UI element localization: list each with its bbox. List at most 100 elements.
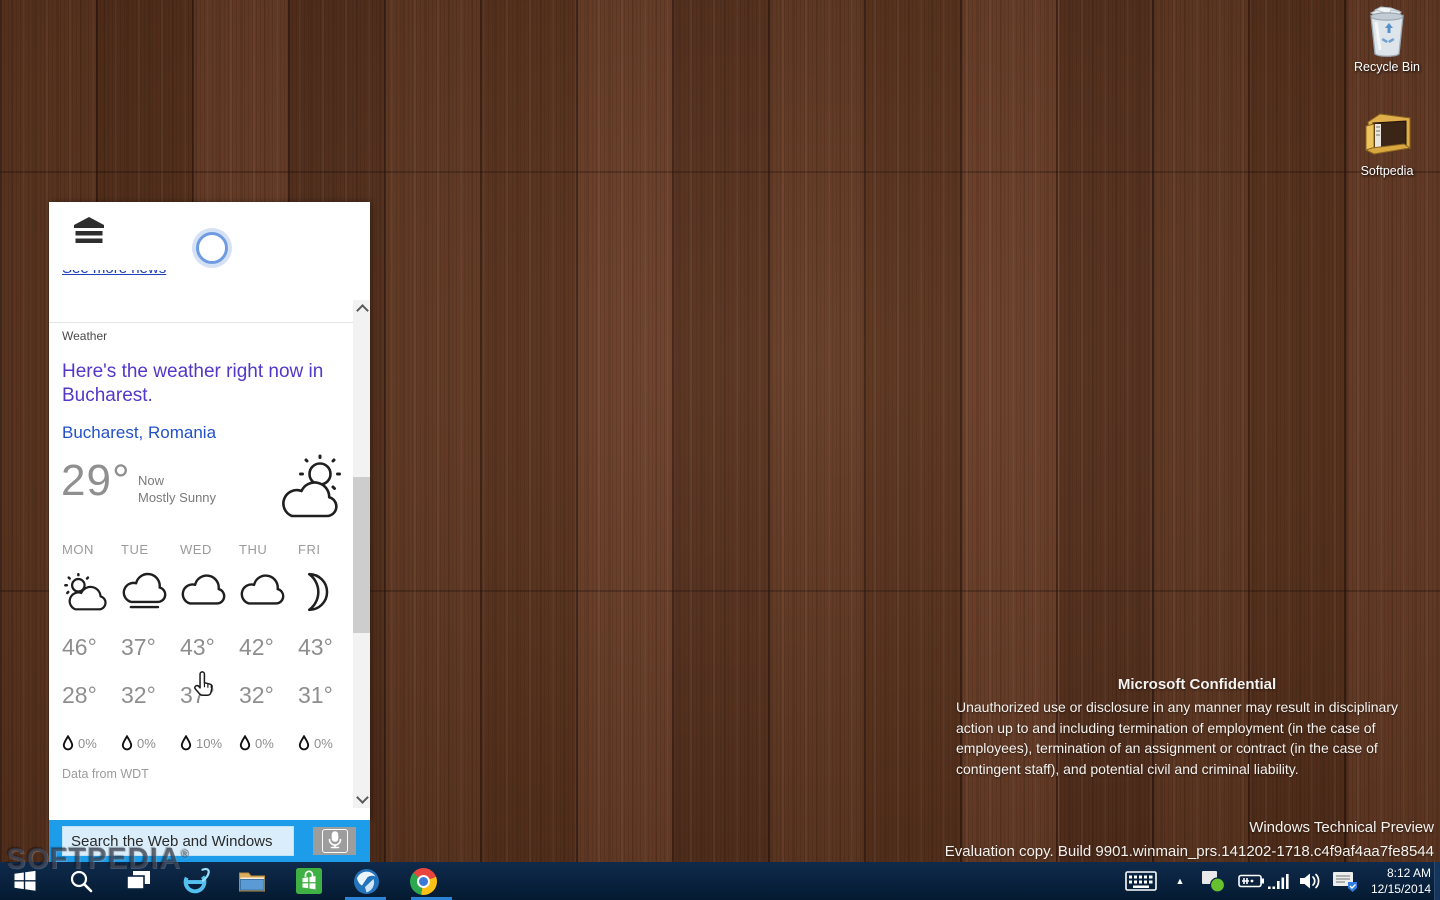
chevron-down-icon xyxy=(355,791,369,804)
weather-headline: Here's the weather right now in Buchares… xyxy=(62,361,324,406)
tray-date: 12/15/2014 xyxy=(1370,882,1431,896)
cloud-icon xyxy=(180,570,239,634)
stp-notification-button[interactable] xyxy=(1330,868,1360,894)
forecast-low-temp: 32° xyxy=(239,682,274,708)
softpedia-folder-icon xyxy=(1364,113,1412,155)
panel-scrollbar[interactable] xyxy=(353,300,370,808)
show-desktop-button[interactable] xyxy=(1434,862,1440,900)
droplet-icon xyxy=(298,735,310,751)
chevron-up-icon: ▲ xyxy=(1175,876,1185,886)
touch-keyboard-button[interactable] xyxy=(1124,867,1158,895)
softpedia-label: Softpedia xyxy=(1360,164,1414,178)
thunderbird-icon xyxy=(353,868,379,894)
chrome-button[interactable] xyxy=(400,862,446,900)
forecast-high-temp: 43° xyxy=(180,634,215,660)
forecast-day-column[interactable]: TUE 37° 32° 0% xyxy=(121,542,180,756)
desktop-icon-softpedia[interactable]: Softpedia xyxy=(1349,108,1425,178)
task-view-icon xyxy=(125,871,150,890)
desktop-icon-recycle-bin[interactable]: Recycle Bin xyxy=(1349,6,1425,74)
current-condition-now: Now xyxy=(138,473,165,488)
store-button[interactable] xyxy=(286,862,332,900)
see-more-news-clipped: See more news xyxy=(62,270,262,292)
chrome-icon xyxy=(409,867,437,895)
droplet-icon xyxy=(180,735,192,751)
build-info-version: Evaluation copy. Build 9901.winmain_prs.… xyxy=(944,843,1434,860)
cloud-icon xyxy=(239,570,298,634)
confidential-title: Microsoft Confidential xyxy=(1117,676,1277,693)
build-info-edition: Windows Technical Preview xyxy=(1249,819,1434,836)
battery-plug-icon xyxy=(1238,874,1264,888)
forecast-precip: 0% xyxy=(239,730,298,756)
current-condition-text: Mostly Sunny xyxy=(138,490,217,505)
hamburger-menu-button[interactable] xyxy=(74,217,104,244)
weather-location-link[interactable]: Bucharest, Romania xyxy=(62,423,216,443)
forecast-precip: 0% xyxy=(121,730,180,756)
forecast-day-label: MON xyxy=(62,542,94,557)
keyboard-icon xyxy=(1125,871,1157,891)
signal-bars-icon xyxy=(1268,874,1289,889)
file-explorer-button[interactable] xyxy=(229,862,275,900)
panel-divider xyxy=(49,322,353,323)
task-view-button[interactable] xyxy=(115,862,161,900)
network-button[interactable] xyxy=(1266,870,1292,892)
weather-attribution: Data from WDT xyxy=(62,767,149,781)
message-shield-icon xyxy=(1332,872,1357,892)
forecast-day-column[interactable]: WED 43° 37° 10% xyxy=(180,542,239,756)
forecast-high-temp: 43° xyxy=(298,634,333,660)
current-temperature: 29° xyxy=(61,456,131,505)
recycle-bin-label: Recycle Bin xyxy=(1354,60,1420,74)
file-explorer-icon xyxy=(239,872,265,892)
droplet-icon xyxy=(239,735,251,751)
volume-button[interactable] xyxy=(1296,869,1324,893)
forecast-day-column[interactable]: FRI 43° 31° 0% xyxy=(298,542,357,756)
scroll-down-button[interactable] xyxy=(353,791,370,808)
cortana-spinner-icon[interactable] xyxy=(196,232,228,264)
forecast-day-label: THU xyxy=(239,542,268,557)
forecast-day-column[interactable]: MON 46° 28° 0% xyxy=(62,542,121,756)
desktop: Recycle Bin Softpedia Microsoft Confiden… xyxy=(0,0,1440,900)
search-input[interactable] xyxy=(62,826,294,856)
mic-button[interactable] xyxy=(313,827,356,855)
windows-logo-icon xyxy=(14,870,36,891)
droplet-icon xyxy=(121,735,133,751)
thunderbird-button[interactable] xyxy=(343,862,389,900)
forecast-high-temp: 37° xyxy=(121,634,156,660)
confidential-body: Unauthorized use or disclosure in any ma… xyxy=(956,699,1398,777)
droplet-icon xyxy=(62,735,74,751)
store-icon xyxy=(296,868,322,894)
taskbar-search-button[interactable] xyxy=(58,862,104,900)
forecast-low-temp: 32° xyxy=(121,682,156,708)
confidential-notice: Microsoft Confidential Unauthorized use … xyxy=(956,676,1438,779)
tray-expand-button[interactable]: ▲ xyxy=(1170,872,1190,890)
forecast-low-temp: 31° xyxy=(298,682,333,708)
moon-icon xyxy=(298,570,357,634)
forecast-precip: 0% xyxy=(298,730,357,756)
battery-button[interactable] xyxy=(1234,870,1266,892)
action-center-icon xyxy=(1202,871,1226,893)
forecast-row: MON 46° 28° 0% TUE 37° 32° 0% WED 43° 37… xyxy=(62,542,357,756)
cloud-fog-icon xyxy=(121,570,180,634)
forecast-high-temp: 46° xyxy=(62,634,97,660)
taskbar: ▲ 8:12 AM 12/15/2014 xyxy=(0,862,1440,900)
scrollbar-thumb[interactable] xyxy=(353,477,370,633)
speaker-icon xyxy=(1300,873,1320,889)
forecast-day-column[interactable]: THU 42° 32° 0% xyxy=(239,542,298,756)
recycle-bin-icon xyxy=(1369,6,1404,57)
forecast-low-temp: 28° xyxy=(62,682,97,708)
tray-clock[interactable]: 8:12 AM 12/15/2014 xyxy=(1371,865,1431,897)
chevron-up-icon xyxy=(355,304,369,317)
forecast-precip: 0% xyxy=(62,730,121,756)
start-button[interactable] xyxy=(2,862,48,900)
internet-explorer-icon xyxy=(183,867,210,894)
weather-section-label: Weather xyxy=(62,329,108,343)
forecast-day-label: TUE xyxy=(121,542,149,557)
internet-explorer-button[interactable] xyxy=(172,862,218,900)
see-more-news-link[interactable]: See more news xyxy=(62,270,262,277)
partly-sunny-icon xyxy=(273,450,355,524)
action-center-button[interactable] xyxy=(1198,868,1228,894)
current-condition: Now Mostly Sunny xyxy=(138,472,216,506)
partly-sunny-icon xyxy=(62,570,121,634)
scroll-up-button[interactable] xyxy=(353,300,370,317)
forecast-low-temp: 37° xyxy=(180,682,215,708)
build-info: Windows Technical Preview Evaluation cop… xyxy=(945,816,1434,864)
